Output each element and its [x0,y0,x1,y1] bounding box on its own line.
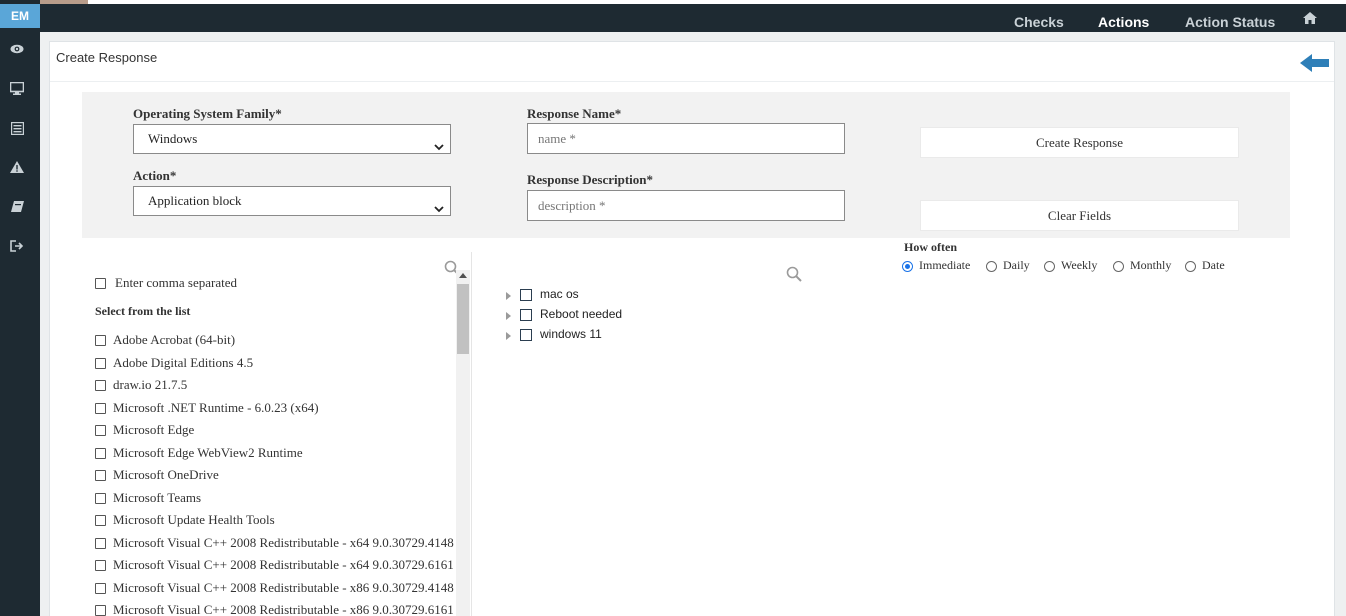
radio-label-date: Date [1202,258,1225,272]
create-response-button[interactable]: Create Response [920,127,1239,158]
radio-date[interactable] [1185,261,1196,272]
list-icon[interactable] [8,119,26,137]
header-divider [50,81,1334,82]
application-checkbox[interactable] [95,537,106,549]
scroll-thumb[interactable] [457,284,469,354]
brand-logo[interactable]: EM [0,4,40,28]
tree-label: Reboot needed [540,307,623,321]
chevron-down-icon [434,134,444,151]
application-checkbox[interactable] [95,447,106,459]
application-label: Adobe Digital Editions 4.5 [113,354,254,370]
action-select[interactable]: Application block [133,186,451,216]
tree-checkbox[interactable] [520,329,532,341]
radio-label-weekly: Weekly [1061,258,1098,272]
expand-arrow-icon[interactable] [506,312,511,320]
page-title: Create Response [56,50,158,65]
application-label: Microsoft Edge WebView2 Runtime [113,444,303,460]
application-checkbox[interactable] [95,492,106,504]
sidebar: EM [0,0,40,616]
home-icon[interactable] [1303,12,1317,26]
expand-arrow-icon[interactable] [506,332,511,340]
tree-checkbox[interactable] [520,309,532,321]
radio-immediate[interactable] [902,261,913,272]
radio-label-immediate: Immediate [919,258,971,272]
comma-separated-checkbox[interactable] [95,278,106,289]
monitor-icon[interactable] [8,79,26,97]
select-list-title: Select from the list [95,304,191,318]
application-checkbox[interactable] [95,605,106,616]
application-label: Microsoft .NET Runtime - 6.0.23 (x64) [113,399,319,415]
top-navbar: Checks Actions Action Status [40,4,1346,32]
os-family-label: Operating System Family* [133,106,282,121]
application-label: Microsoft Teams [113,489,202,505]
application-checkbox[interactable] [95,380,106,391]
application-label: Microsoft Visual C++ 2008 Redistributabl… [113,602,454,616]
application-label: Microsoft Visual C++ 2008 Redistributabl… [113,579,454,595]
list-scrollbar[interactable] [456,270,470,616]
application-checkbox[interactable] [95,425,106,436]
application-checkbox[interactable] [95,582,106,594]
action-value: Application block [148,193,242,208]
radio-monthly[interactable] [1113,261,1124,272]
application-checkbox[interactable] [95,335,106,346]
create-response-card: Create Response Operating System Family*… [49,41,1335,616]
tree-label: mac os [540,287,579,301]
application-checkbox[interactable] [95,515,106,526]
clear-fields-button[interactable]: Clear Fields [920,200,1239,231]
form-panel: Operating System Family* Windows Action*… [82,92,1290,238]
comma-separated-label: Enter comma separated [115,275,237,290]
response-description-input[interactable] [527,190,845,221]
application-list-panel: Enter comma separated Select from the li… [82,252,472,616]
application-label: draw.io 21.7.5 [113,377,188,392]
response-name-input[interactable] [527,123,845,154]
response-description-label: Response Description* [527,172,654,187]
tree-label: windows 11 [540,327,602,341]
back-arrow-icon[interactable] [1300,52,1330,74]
application-checkbox[interactable] [95,560,106,571]
radio-daily[interactable] [986,261,997,272]
main-content: Create Response Operating System Family*… [40,32,1346,616]
os-family-select[interactable]: Windows [133,124,451,154]
radio-label-daily: Daily [1003,258,1030,272]
chevron-down-icon [434,196,444,213]
radio-weekly[interactable] [1044,261,1055,272]
application-label: Microsoft Visual C++ 2008 Redistributabl… [113,534,454,550]
application-checkbox[interactable] [95,470,106,481]
book-icon[interactable] [8,198,26,216]
application-label: Microsoft Update Health Tools [113,512,275,527]
application-checkbox[interactable] [95,357,106,369]
scroll-up-icon[interactable] [459,273,467,278]
action-label: Action* [133,168,177,183]
application-label: Microsoft OneDrive [113,467,219,482]
application-label: Adobe Acrobat (64-bit) [113,332,236,347]
expand-arrow-icon[interactable] [506,292,511,300]
tree-search-icon[interactable] [786,266,802,282]
os-family-value: Windows [148,131,198,146]
application-label: Microsoft Visual C++ 2008 Redistributabl… [113,557,454,572]
application-checkbox[interactable] [95,402,106,414]
eye-icon[interactable] [8,40,26,58]
warning-icon[interactable] [8,158,26,176]
how-often-label: How often [904,240,957,254]
application-label: Microsoft Edge [113,422,195,437]
response-name-label: Response Name* [527,106,622,121]
tree-checkbox[interactable] [520,289,532,301]
radio-label-monthly: Monthly [1130,258,1172,272]
logout-icon[interactable] [8,237,26,255]
